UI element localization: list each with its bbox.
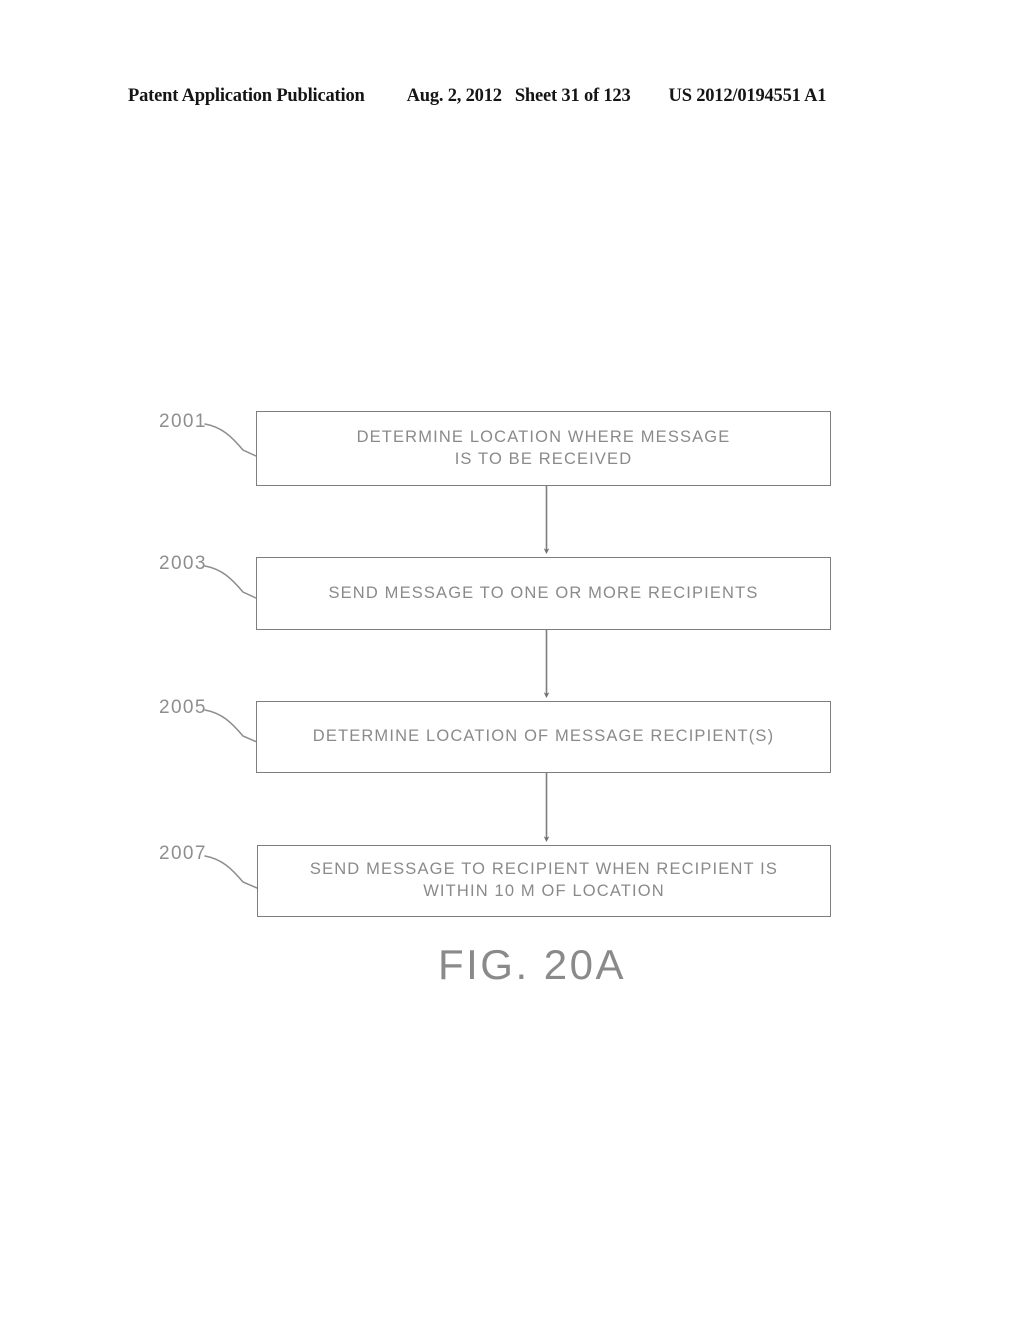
process-box-2001-line1: DETERMINE LOCATION WHERE MESSAGE (356, 427, 731, 446)
process-box-2007: SEND MESSAGE TO RECIPIENT WHEN RECIPIENT… (257, 845, 831, 917)
process-box-2005-line1: DETERMINE LOCATION OF MESSAGE RECIPIENT(… (312, 727, 775, 746)
process-box-2007-line2: WITHIN 10 M OF LOCATION (423, 882, 665, 900)
process-box-2001-line2: IS TO BE RECEIVED (454, 449, 633, 468)
process-box-2007-text: SEND MESSAGE TO RECIPIENT WHEN RECIPIENT… (268, 859, 820, 903)
process-box-2001: DETERMINE LOCATION WHERE MESSAGE IS TO B… (256, 411, 831, 486)
reference-numeral-2001: 2001 (159, 411, 207, 432)
process-box-2003-text: SEND MESSAGE TO ONE OR MORE RECIPIENTS (267, 583, 820, 605)
figure-caption-text: FIG. 20A (437, 941, 627, 988)
process-box-2007-line1: SEND MESSAGE TO RECIPIENT WHEN RECIPIENT… (309, 860, 779, 879)
leader-line-2003 (204, 565, 257, 599)
leader-line-2007 (204, 855, 258, 889)
process-box-2001-text: DETERMINE LOCATION WHERE MESSAGE IS TO B… (267, 427, 820, 471)
process-box-2003: SEND MESSAGE TO ONE OR MORE RECIPIENTS (256, 557, 831, 630)
figure-connector-layer (204, 423, 550, 889)
figure-caption: FIG. 20A (0, 941, 1024, 989)
leader-line-2001 (204, 423, 257, 457)
process-box-2005-text: DETERMINE LOCATION OF MESSAGE RECIPIENT(… (267, 726, 820, 748)
reference-numeral-2005: 2005 (159, 697, 207, 718)
patent-figure-20a: DETERMINE LOCATION WHERE MESSAGE IS TO B… (0, 0, 1024, 1320)
reference-numeral-2007: 2007 (159, 843, 207, 864)
process-box-2005: DETERMINE LOCATION OF MESSAGE RECIPIENT(… (256, 701, 831, 773)
leader-line-2005 (204, 709, 258, 743)
process-box-2003-line1: SEND MESSAGE TO ONE OR MORE RECIPIENTS (328, 583, 759, 602)
reference-numeral-2003: 2003 (159, 553, 207, 574)
